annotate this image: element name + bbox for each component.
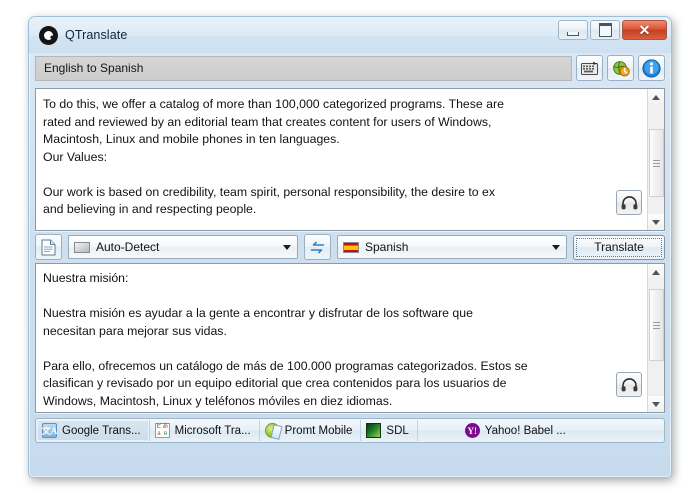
service-tab-yahoo[interactable]: Y! Yahoo! Babel ... [460, 420, 574, 441]
title-bar[interactable]: QTranslate ✕ [29, 17, 671, 53]
chevron-down-icon [283, 245, 291, 250]
info-button[interactable] [638, 55, 665, 81]
scroll-grip-icon [653, 160, 660, 167]
swap-arrows-icon [309, 240, 326, 255]
scroll-up-arrow[interactable] [648, 264, 664, 280]
document-page-icon [41, 239, 56, 256]
result-text-pane[interactable]: Nuestra misión: Nuestra misión es ayudar… [35, 263, 665, 413]
scroll-down-arrow[interactable] [648, 214, 664, 230]
client-area: English to Spanish [35, 53, 665, 471]
service-tab-google[interactable]: 文A Google Trans... [37, 420, 150, 441]
sdl-icon [366, 423, 381, 438]
service-tab-microsoft[interactable]: ビあaя Microsoft Tra... [150, 420, 260, 441]
keyboard-button[interactable] [576, 55, 603, 81]
qtranslate-q-icon [39, 26, 58, 45]
swap-languages-button[interactable] [304, 234, 331, 260]
translate-button[interactable]: Translate [573, 235, 665, 260]
maximize-button[interactable] [590, 20, 620, 40]
history-button[interactable] [607, 55, 634, 81]
source-language-select[interactable]: Auto-Detect [68, 235, 298, 259]
service-tab-label: Google Trans... [62, 425, 141, 437]
source-scrollbar[interactable] [647, 89, 664, 230]
source-text[interactable]: To do this, we offer a catalog of more t… [36, 89, 647, 230]
source-text-pane[interactable]: To do this, we offer a catalog of more t… [35, 88, 665, 231]
qtranslate-window: QTranslate ✕ English to Spanish [28, 16, 672, 478]
screenshot-root: QTranslate ✕ English to Spanish [0, 0, 700, 500]
information-icon [642, 59, 661, 78]
language-header-row: English to Spanish [35, 53, 665, 83]
history-globe-icon [612, 59, 630, 77]
headphones-icon [621, 378, 638, 392]
spain-flag-icon [343, 242, 359, 253]
service-tab-label: Promt Mobile [285, 425, 353, 437]
microsoft-translator-icon: ビあaя [155, 423, 170, 438]
service-tab-label: SDL [386, 425, 408, 437]
source-language-value: Auto-Detect [96, 240, 283, 254]
target-language-value: Spanish [365, 240, 552, 254]
result-scroll-thumb[interactable] [649, 289, 664, 361]
promt-mobile-icon [265, 423, 280, 438]
minimize-button[interactable] [558, 20, 588, 40]
open-file-button[interactable] [35, 234, 62, 260]
yahoo-babelfish-icon: Y! [465, 423, 480, 438]
service-tab-label: Yahoo! Babel ... [485, 425, 566, 437]
service-tab-promt[interactable]: Promt Mobile [260, 420, 362, 441]
result-scrollbar[interactable] [647, 264, 664, 412]
virtual-keyboard-icon [581, 61, 598, 75]
blank-flag-icon [74, 242, 90, 253]
result-text[interactable]: Nuestra misión: Nuestra misión es ayudar… [36, 264, 647, 412]
google-translate-icon: 文A [42, 423, 57, 438]
source-speak-button[interactable] [616, 190, 642, 215]
window-controls: ✕ [558, 20, 667, 40]
result-speak-button[interactable] [616, 372, 642, 397]
chevron-down-icon [552, 245, 560, 250]
headphones-icon [621, 196, 638, 210]
translation-toolbar: Auto-Detect Spanish Translate [35, 231, 665, 263]
close-button[interactable]: ✕ [622, 20, 667, 40]
source-scroll-thumb[interactable] [649, 129, 664, 197]
service-tab-label: Microsoft Tra... [175, 425, 251, 437]
target-language-select[interactable]: Spanish [337, 235, 567, 259]
scroll-up-arrow[interactable] [648, 89, 664, 105]
scroll-down-arrow[interactable] [648, 396, 664, 412]
language-pair-label: English to Spanish [35, 56, 572, 81]
window-title: QTranslate [65, 28, 127, 42]
service-tabs-bar: 文A Google Trans... ビあaя Microsoft Tra...… [35, 418, 665, 443]
scroll-grip-icon [653, 322, 660, 329]
service-tab-sdl[interactable]: SDL [361, 420, 417, 441]
